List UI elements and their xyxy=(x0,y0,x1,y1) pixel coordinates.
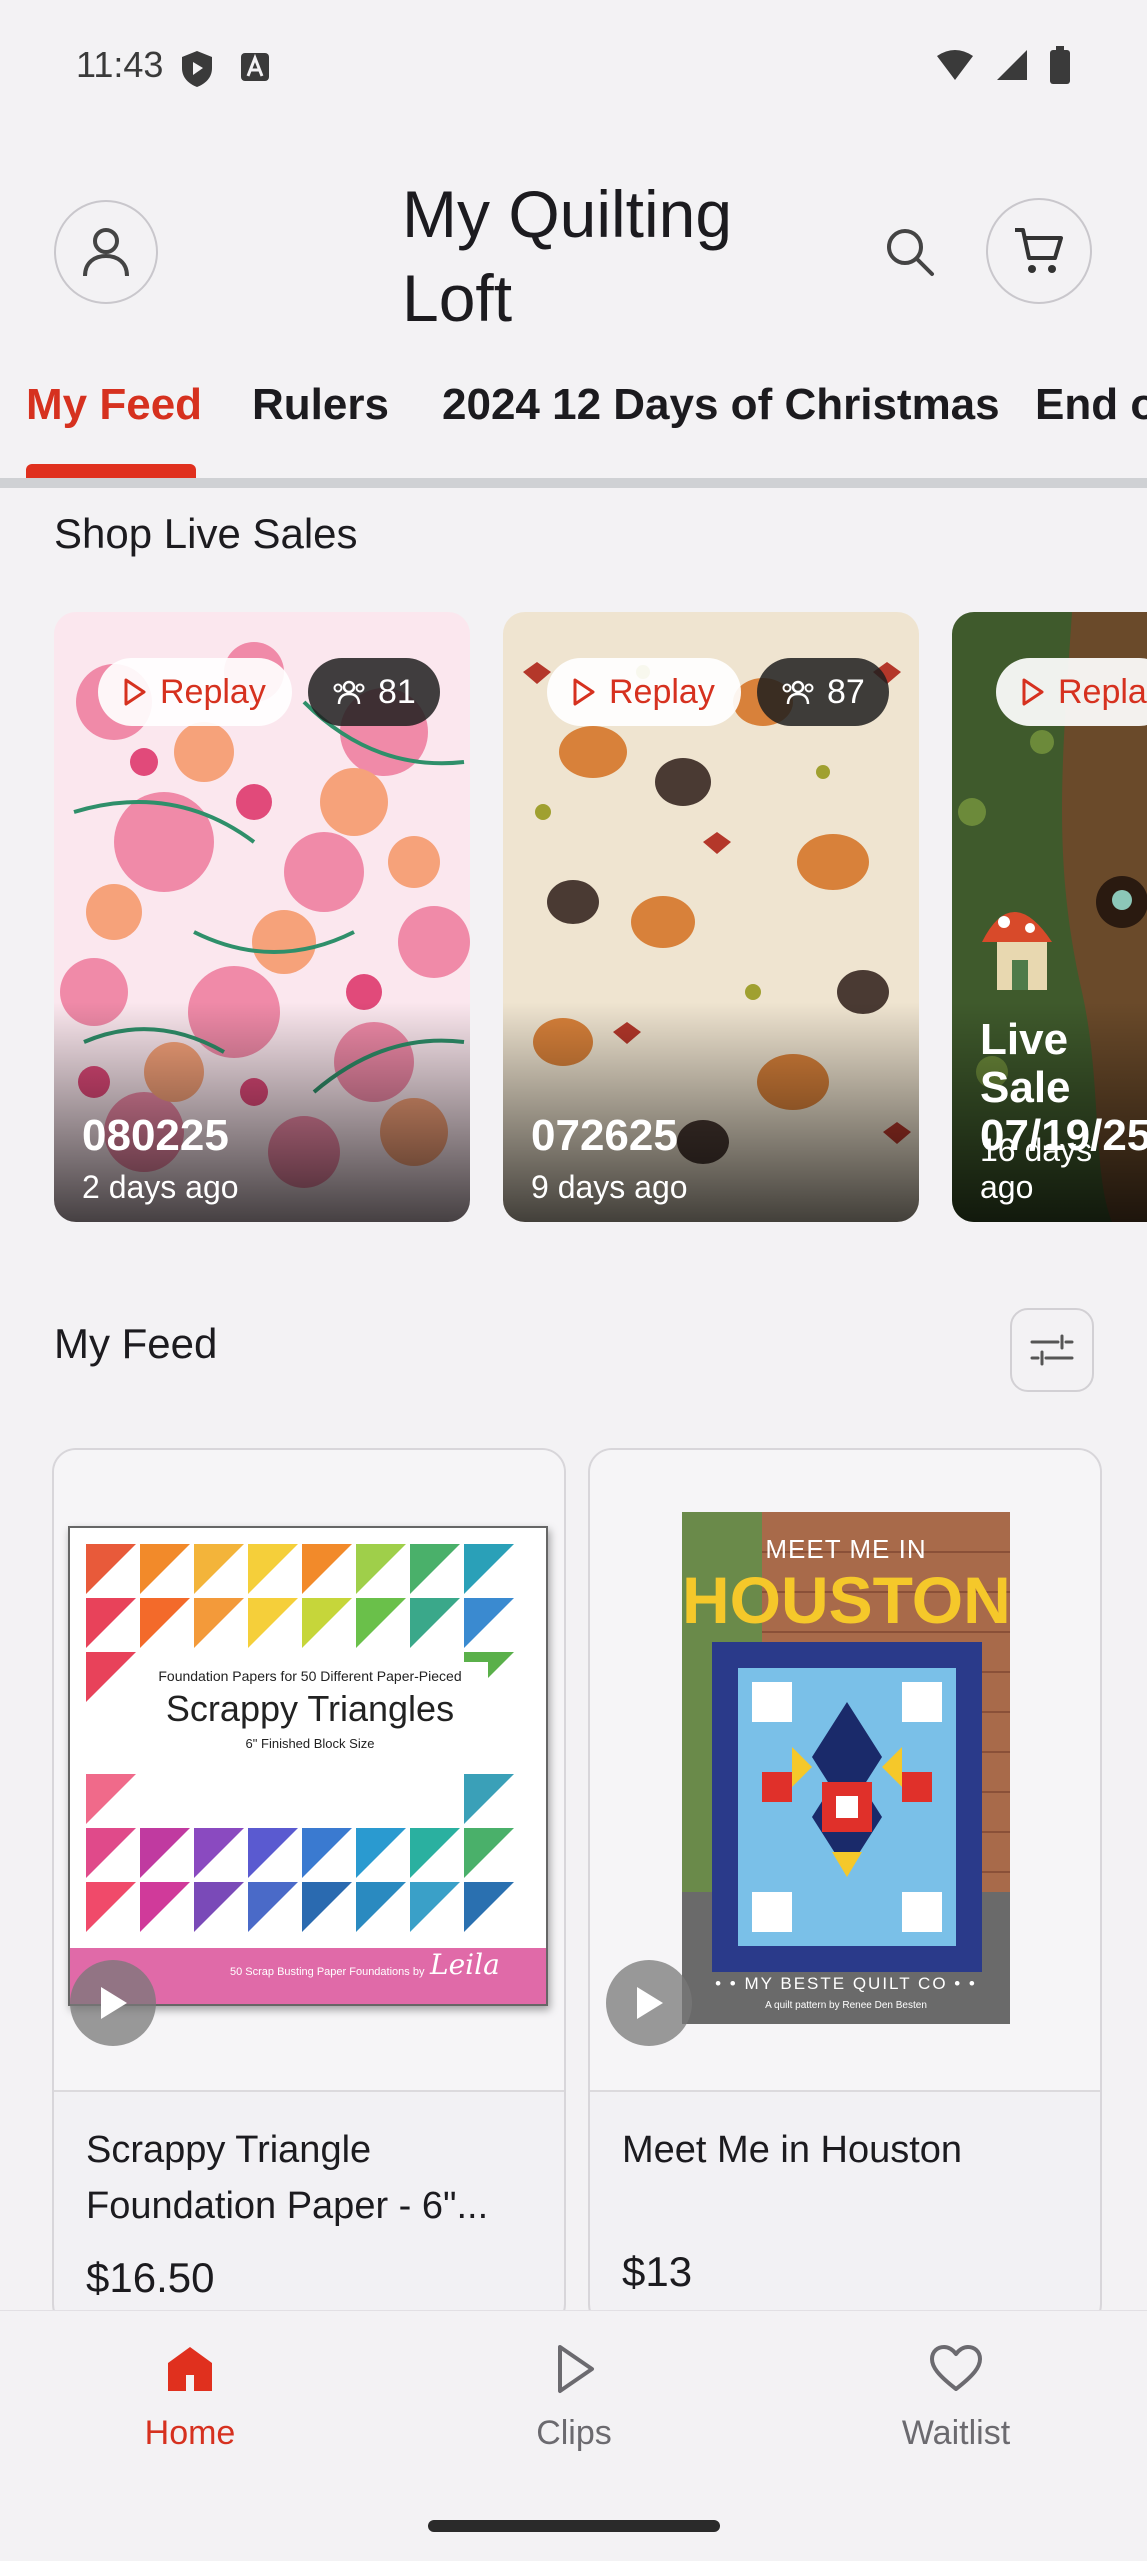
nav-waitlist[interactable]: Waitlist xyxy=(806,2341,1106,2453)
cart-button[interactable] xyxy=(986,198,1092,304)
status-icons-left xyxy=(180,50,272,88)
live-sale-time: 9 days ago xyxy=(531,1169,688,1205)
product-image: MEET ME IN HOUSTON • • MY BESTE QUILT CO… xyxy=(590,1450,1100,2090)
replay-label: Replay xyxy=(609,672,715,711)
app-header: My Quilting Loft xyxy=(0,150,1147,350)
nav-home[interactable]: Home xyxy=(40,2341,340,2453)
play-icon xyxy=(637,1987,663,2019)
scrappy-triangles-cover: Foundation Papers for 50 Different Paper… xyxy=(68,1526,548,2006)
wifi-icon xyxy=(937,50,973,80)
card-divider xyxy=(54,2090,564,2092)
video-play-button[interactable] xyxy=(606,1960,692,2046)
nav-clips-label: Clips xyxy=(536,2414,612,2452)
shield-play-icon xyxy=(182,51,212,87)
home-indicator[interactable] xyxy=(428,2520,720,2532)
cover-big-title: HOUSTON xyxy=(682,1563,1010,1637)
nav-home-label: Home xyxy=(144,2414,236,2452)
live-sale-time: 16 days ago xyxy=(980,1132,1093,1205)
feed-filter-button[interactable] xyxy=(1010,1308,1094,1392)
live-sale-title: 072625 xyxy=(531,1111,678,1160)
section-title-my-feed: My Feed xyxy=(54,1320,218,1367)
battery-icon xyxy=(1050,46,1070,84)
status-icons-right xyxy=(935,46,1071,84)
tab-my-feed[interactable]: My Feed xyxy=(26,380,202,476)
product-name: Scrappy Triangle Foundation Paper - 6"..… xyxy=(86,2129,489,2227)
play-outline-icon xyxy=(558,2345,594,2393)
live-sale-card[interactable]: Replay 81 080225 2 days ago xyxy=(54,612,470,1222)
viewers-icon xyxy=(782,680,814,705)
tab-end-of[interactable]: End o xyxy=(1035,380,1147,476)
person-icon xyxy=(83,228,129,277)
cover-footer: 50 Scrap Busting Paper Foundations by xyxy=(230,1966,425,1978)
replay-badge: Replay xyxy=(547,658,741,726)
play-outline-icon xyxy=(1022,678,1044,706)
status-bar: 11:43 xyxy=(0,0,1147,140)
replay-label: Replay xyxy=(160,672,266,711)
nav-clips[interactable]: Clips xyxy=(424,2341,724,2453)
live-sale-title-line1: Live Sale xyxy=(980,1015,1071,1112)
product-card[interactable]: Foundation Papers for 50 Different Paper… xyxy=(52,1448,566,2328)
card-divider xyxy=(590,2090,1100,2092)
cart-icon xyxy=(1015,228,1063,273)
live-sale-title: 080225 xyxy=(82,1111,229,1160)
cover-footer: • • MY BESTE QUILT CO • • xyxy=(715,1974,977,1993)
live-sale-card[interactable]: Repla Live Sale 07/19/25 16 days ago xyxy=(952,612,1147,1222)
cover-big-title: Scrappy Triangles xyxy=(165,1688,455,1729)
tab-rulers[interactable]: Rulers xyxy=(252,380,389,476)
video-play-button[interactable] xyxy=(70,1960,156,2046)
cover-sub-line: 6" Finished Block Size xyxy=(245,1736,375,1751)
replay-label: Repla xyxy=(1058,672,1147,711)
viewers-badge: 87 xyxy=(757,658,889,726)
profile-button[interactable] xyxy=(54,200,158,304)
houston-cover: MEET ME IN HOUSTON • • MY BESTE QUILT CO… xyxy=(682,1512,1010,2024)
viewers-count: 81 xyxy=(378,672,416,711)
viewers-icon xyxy=(333,680,365,705)
product-price: $16.50 xyxy=(86,2254,215,2301)
live-sale-card[interactable]: Replay 87 072625 9 days ago xyxy=(503,612,919,1222)
signal-icon xyxy=(997,50,1027,80)
font-a-icon xyxy=(241,53,269,81)
section-title-live-sales: Shop Live Sales xyxy=(54,510,358,557)
home-icon xyxy=(168,2347,212,2391)
search-icon xyxy=(887,229,934,276)
product-image: Foundation Papers for 50 Different Paper… xyxy=(54,1450,564,2090)
nav-waitlist-label: Waitlist xyxy=(901,2414,1011,2452)
category-tabs: My Feed Rulers 2024 12 Days of Christmas… xyxy=(0,380,1147,490)
sliders-icon xyxy=(1030,1334,1074,1366)
product-name: Meet Me in Houston xyxy=(622,2129,963,2171)
cover-top-line: Foundation Papers for 50 Different Paper… xyxy=(158,1668,462,1684)
cover-sub-line: A quilt pattern by Renee Den Besten xyxy=(765,2000,927,2011)
cover-signature: Leila xyxy=(430,1948,500,1981)
page-title: My Quilting Loft xyxy=(402,177,733,335)
play-outline-icon xyxy=(124,678,146,706)
viewers-badge: 81 xyxy=(308,658,440,726)
product-price: $13 xyxy=(622,2248,693,2295)
heart-icon xyxy=(930,2345,982,2391)
search-button[interactable] xyxy=(880,222,940,282)
play-outline-icon xyxy=(573,678,595,706)
play-icon xyxy=(101,1987,127,2019)
status-time: 11:43 xyxy=(76,44,164,85)
cover-title-block: Foundation Papers for 50 Different Paper… xyxy=(132,1662,488,1772)
product-card[interactable]: MEET ME IN HOUSTON • • MY BESTE QUILT CO… xyxy=(588,1448,1102,2328)
replay-badge: Repla xyxy=(996,658,1147,726)
replay-badge: Replay xyxy=(98,658,292,726)
tab-12-days-of-christmas[interactable]: 2024 12 Days of Christmas xyxy=(442,380,1000,476)
viewers-count: 87 xyxy=(827,672,865,711)
live-sale-time: 2 days ago xyxy=(82,1169,239,1205)
tabs-divider xyxy=(0,478,1147,488)
active-tab-indicator xyxy=(26,464,196,478)
cover-top-line: MEET ME IN xyxy=(765,1534,927,1564)
